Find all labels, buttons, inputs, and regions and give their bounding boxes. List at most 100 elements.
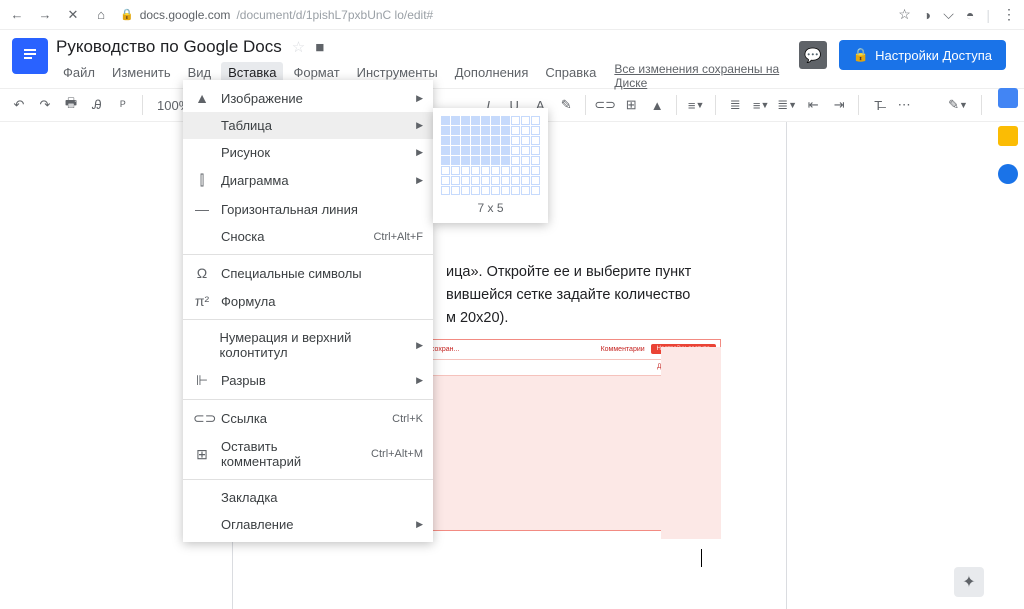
grid-cell[interactable] — [441, 166, 450, 175]
grid-cell[interactable] — [441, 186, 450, 195]
home-icon[interactable]: ⌂ — [92, 6, 110, 24]
star-doc-icon[interactable]: ☆ — [292, 38, 305, 56]
mi-bookmark[interactable]: Закладка — [183, 484, 433, 511]
menu-file[interactable]: Файл — [56, 62, 102, 90]
grid-cell[interactable] — [471, 126, 480, 135]
grid-cell[interactable] — [491, 166, 500, 175]
grid-cell[interactable] — [511, 186, 520, 195]
calendar-icon[interactable] — [998, 88, 1018, 108]
numbered-list-icon[interactable]: ≡▼ — [750, 94, 772, 116]
grid-cell[interactable] — [521, 156, 530, 165]
keep-icon[interactable] — [998, 126, 1018, 146]
grid-cell[interactable] — [511, 176, 520, 185]
stop-icon[interactable]: ✕ — [64, 6, 82, 24]
grid-cell[interactable] — [471, 166, 480, 175]
grid-cell[interactable] — [491, 156, 500, 165]
share-button[interactable]: 🔒 Настройки Доступа — [839, 40, 1006, 70]
menu-help[interactable]: Справка — [538, 62, 603, 90]
align-icon[interactable]: ≡▼ — [685, 94, 707, 116]
spellcheck-icon[interactable]: ᴾ — [112, 94, 134, 116]
mi-drawing[interactable]: Рисунок▶ — [183, 139, 433, 166]
grid-cell[interactable] — [511, 136, 520, 145]
grid-cell[interactable] — [461, 146, 470, 155]
mi-link[interactable]: ⊂⊃СсылкаCtrl+K — [183, 404, 433, 433]
comments-button[interactable]: 💬 — [799, 41, 827, 69]
grid-cell[interactable] — [511, 166, 520, 175]
grid-cell[interactable] — [481, 126, 490, 135]
grid-cell[interactable] — [531, 126, 540, 135]
grid-cell[interactable] — [461, 186, 470, 195]
indent-icon[interactable]: ⇥ — [828, 94, 850, 116]
grid-cell[interactable] — [521, 126, 530, 135]
grid-cell[interactable] — [531, 156, 540, 165]
link-icon[interactable]: ⊂⊃ — [594, 94, 616, 116]
grid-cell[interactable] — [451, 186, 460, 195]
more-toolbar-icon[interactable]: ⋯ — [893, 94, 915, 116]
grid-cell[interactable] — [501, 116, 510, 125]
tasks-icon[interactable] — [998, 164, 1018, 184]
grid-cell[interactable] — [471, 116, 480, 125]
grid-cell[interactable] — [491, 176, 500, 185]
grid-cell[interactable] — [471, 186, 480, 195]
mi-chart[interactable]: ⫿Диаграмма▶ — [183, 166, 433, 195]
paint-format-icon[interactable]: Ꭿ — [86, 94, 108, 116]
grid-cell[interactable] — [491, 126, 500, 135]
menu-edit[interactable]: Изменить — [105, 62, 178, 90]
grid-cell[interactable] — [511, 146, 520, 155]
grid-cell[interactable] — [451, 156, 460, 165]
grid-cell[interactable] — [441, 136, 450, 145]
grid-cell[interactable] — [481, 186, 490, 195]
grid-cell[interactable] — [441, 116, 450, 125]
grid-cell[interactable] — [451, 136, 460, 145]
url-bar[interactable]: 🔒 docs.google.com/document/d/1pishL7pxbU… — [120, 8, 888, 22]
grid-cell[interactable] — [501, 166, 510, 175]
grid-cell[interactable] — [531, 176, 540, 185]
back-icon[interactable]: ← — [8, 6, 26, 24]
explore-button[interactable]: ✦ — [954, 567, 984, 597]
menu-addons[interactable]: Дополнения — [448, 62, 536, 90]
mi-special[interactable]: ΩСпециальные символы — [183, 259, 433, 287]
grid-cell[interactable] — [471, 156, 480, 165]
grid-cell[interactable] — [451, 166, 460, 175]
grid-cell[interactable] — [531, 166, 540, 175]
clear-format-icon[interactable]: T̶ — [867, 94, 889, 116]
grid-cell[interactable] — [521, 146, 530, 155]
grid-cell[interactable] — [441, 156, 450, 165]
mi-table[interactable]: Таблица▶ — [183, 112, 433, 139]
table-grid[interactable] — [441, 116, 540, 195]
grid-cell[interactable] — [531, 186, 540, 195]
grid-cell[interactable] — [501, 186, 510, 195]
grid-cell[interactable] — [521, 166, 530, 175]
redo-icon[interactable]: ↷ — [34, 94, 56, 116]
forward-icon[interactable]: → — [36, 6, 54, 24]
editing-mode-icon[interactable]: ✎▼ — [947, 94, 969, 116]
grid-cell[interactable] — [481, 136, 490, 145]
mi-image[interactable]: ▲Изображение▶ — [183, 84, 433, 112]
save-status[interactable]: Все изменения сохранены на Диске — [614, 62, 799, 90]
outdent-icon[interactable]: ⇤ — [802, 94, 824, 116]
mi-break[interactable]: ⊩Разрыв▶ — [183, 366, 433, 395]
move-folder-icon[interactable]: ■ — [315, 39, 324, 56]
grid-cell[interactable] — [501, 156, 510, 165]
grid-cell[interactable] — [461, 136, 470, 145]
grid-cell[interactable] — [501, 146, 510, 155]
grid-cell[interactable] — [481, 156, 490, 165]
grid-cell[interactable] — [451, 126, 460, 135]
mi-formula[interactable]: π²Формула — [183, 287, 433, 315]
grid-cell[interactable] — [501, 176, 510, 185]
grid-cell[interactable] — [451, 176, 460, 185]
pocket-icon[interactable]: ⌵ — [943, 6, 954, 23]
grid-cell[interactable] — [521, 186, 530, 195]
mi-footnote[interactable]: СноскаCtrl+Alt+F — [183, 223, 433, 250]
grid-cell[interactable] — [441, 126, 450, 135]
grid-cell[interactable] — [461, 156, 470, 165]
grid-cell[interactable] — [521, 136, 530, 145]
grid-cell[interactable] — [441, 176, 450, 185]
grid-cell[interactable] — [511, 116, 520, 125]
grid-cell[interactable] — [471, 136, 480, 145]
mi-header[interactable]: Нумерация и верхний колонтитул▶ — [183, 324, 433, 366]
grid-cell[interactable] — [461, 166, 470, 175]
grid-cell[interactable] — [471, 176, 480, 185]
grid-cell[interactable] — [461, 116, 470, 125]
grid-cell[interactable] — [521, 116, 530, 125]
